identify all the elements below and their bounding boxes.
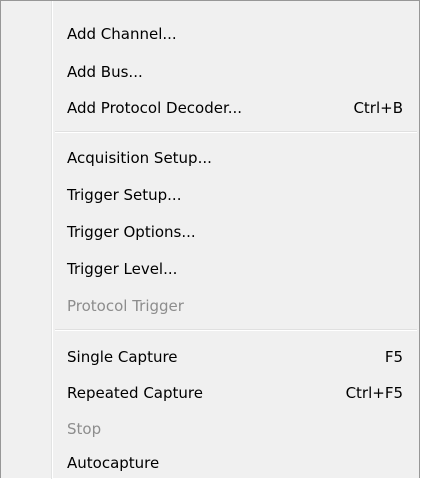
menu-item-label: Repeated Capture [67, 384, 203, 402]
context-menu: Add Channel... Add Bus... Add Protocol D… [0, 0, 420, 479]
menu-item-shortcut: Ctrl+F5 [345, 384, 403, 402]
menu-item-autocapture[interactable]: Autocapture [53, 447, 419, 479]
menu-item-trigger-setup[interactable]: Trigger Setup... [53, 179, 419, 211]
menu-item-label: Stop [67, 420, 102, 438]
menu-item-label: Trigger Options... [67, 223, 196, 241]
menu-item-protocol-trigger: Protocol Trigger [53, 290, 419, 322]
menu-item-add-protocol-decoder[interactable]: Add Protocol Decoder... Ctrl+B [53, 92, 419, 124]
menu-item-single-capture[interactable]: Single Capture F5 [53, 341, 419, 373]
menu-item-label: Add Protocol Decoder... [67, 99, 243, 117]
menu-item-shortcut: Ctrl+B [353, 99, 403, 117]
menu-item-add-bus[interactable]: Add Bus... [53, 56, 419, 88]
menu-separator [55, 329, 417, 331]
menu-item-stop: Stop [53, 413, 419, 445]
menu-item-label: Add Bus... [67, 63, 143, 81]
menu-item-shortcut: F5 [384, 348, 403, 366]
menu-item-label: Autocapture [67, 454, 160, 472]
menu-item-add-channel[interactable]: Add Channel... [53, 18, 419, 50]
menu-separator [55, 131, 417, 133]
menu-item-trigger-options[interactable]: Trigger Options... [53, 216, 419, 248]
menu-item-label: Add Channel... [67, 25, 177, 43]
menu-item-label: Trigger Setup... [67, 186, 182, 204]
menu-item-label: Protocol Trigger [67, 297, 184, 315]
menu-item-acquisition-setup[interactable]: Acquisition Setup... [53, 142, 419, 174]
menu-item-label: Single Capture [67, 348, 178, 366]
menu-item-repeated-capture[interactable]: Repeated Capture Ctrl+F5 [53, 377, 419, 409]
menu-item-label: Trigger Level... [67, 260, 178, 278]
menu-item-label: Acquisition Setup... [67, 149, 212, 167]
menu-item-trigger-level[interactable]: Trigger Level... [53, 253, 419, 285]
